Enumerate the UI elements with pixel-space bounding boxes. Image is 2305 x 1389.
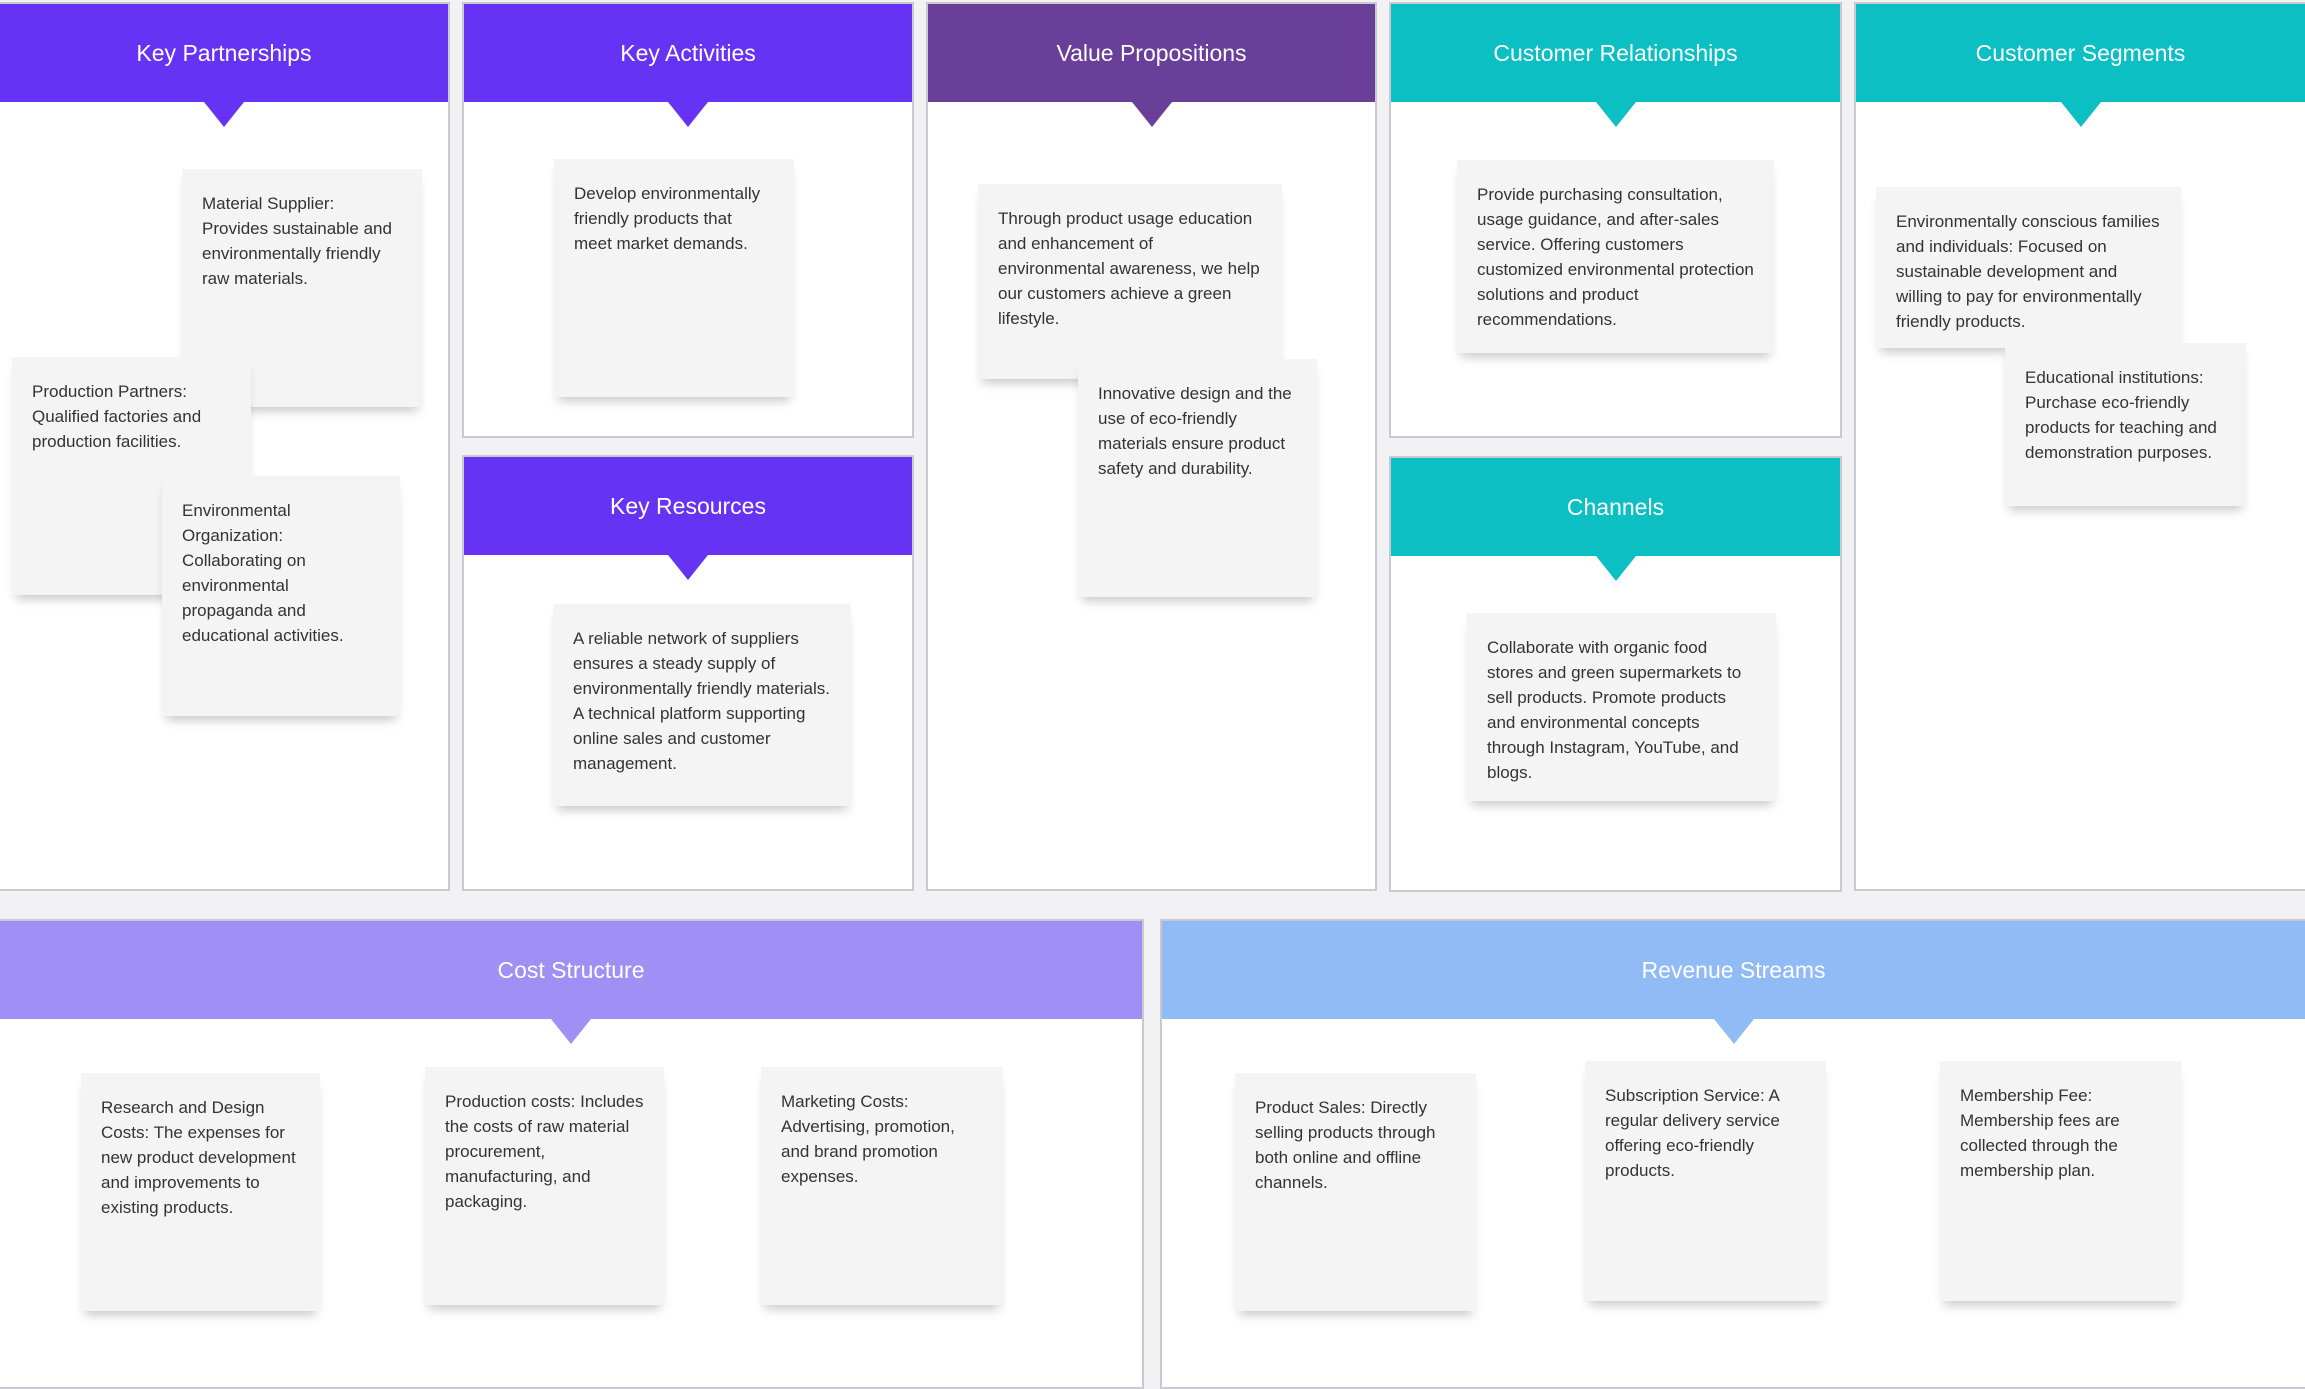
channels-title: Channels (1566, 493, 1665, 520)
pointer-icon (1131, 102, 1172, 127)
key-partnerships-title: Key Partnerships (136, 39, 312, 66)
sticky-note[interactable]: Marketing Costs: Advertising, promotion,… (761, 1067, 1003, 1305)
channels-header: Channels (1391, 458, 1840, 581)
customer-relationships-title: Customer Relationships (1493, 39, 1738, 66)
value-propositions-title: Value Propositions (1056, 39, 1247, 66)
cost-structure-title: Cost Structure (497, 956, 645, 983)
pointer-icon (668, 555, 708, 580)
key-activities-header: Key Activities (464, 4, 912, 127)
key-resources-title: Key Resources (610, 492, 766, 519)
sticky-note[interactable]: Product Sales: Directly selling products… (1235, 1073, 1476, 1311)
key-resources-header: Key Resources (464, 457, 912, 580)
pointer-icon (1595, 556, 1636, 581)
revenue-streams-header: Revenue Streams (1162, 921, 2305, 1044)
pointer-icon (204, 102, 244, 127)
sticky-note[interactable]: Research and Design Costs: The expenses … (81, 1073, 320, 1311)
pointer-icon (1713, 1019, 1754, 1044)
pointer-icon (551, 1019, 591, 1044)
sticky-note[interactable]: Subscription Service: A regular delivery… (1585, 1061, 1826, 1301)
key-activities-title: Key Activities (620, 39, 756, 66)
sticky-note[interactable]: Through product usage education and enha… (978, 184, 1282, 379)
sticky-note[interactable]: Innovative design and the use of eco-fri… (1078, 359, 1317, 597)
customer-segments-header: Customer Segments (1856, 4, 2305, 127)
sticky-note[interactable]: Production costs: Includes the costs of … (425, 1067, 664, 1305)
revenue-streams-title: Revenue Streams (1641, 956, 1826, 983)
customer-segments-title: Customer Segments (1975, 39, 2186, 66)
pointer-icon (2060, 102, 2101, 127)
pointer-icon (668, 102, 708, 127)
key-partnerships-header: Key Partnerships (0, 4, 448, 127)
sticky-note[interactable]: Develop environmentally friendly product… (554, 159, 794, 397)
value-propositions-header: Value Propositions (928, 4, 1375, 127)
sticky-note[interactable]: Environmental Organization: Collaboratin… (162, 476, 400, 716)
sticky-note[interactable]: A reliable network of suppliers ensures … (553, 604, 851, 806)
sticky-note[interactable]: Membership Fee: Membership fees are coll… (1940, 1061, 2181, 1301)
pointer-icon (1595, 102, 1636, 127)
sticky-note[interactable]: Collaborate with organic food stores and… (1467, 613, 1776, 801)
cost-structure-header: Cost Structure (0, 921, 1142, 1044)
sticky-note[interactable]: Environmentally conscious families and i… (1876, 187, 2181, 348)
customer-relationships-header: Customer Relationships (1391, 4, 1840, 127)
sticky-note[interactable]: Provide purchasing consultation, usage g… (1457, 160, 1774, 353)
sticky-note[interactable]: Educational institutions: Purchase eco-f… (2005, 343, 2246, 506)
